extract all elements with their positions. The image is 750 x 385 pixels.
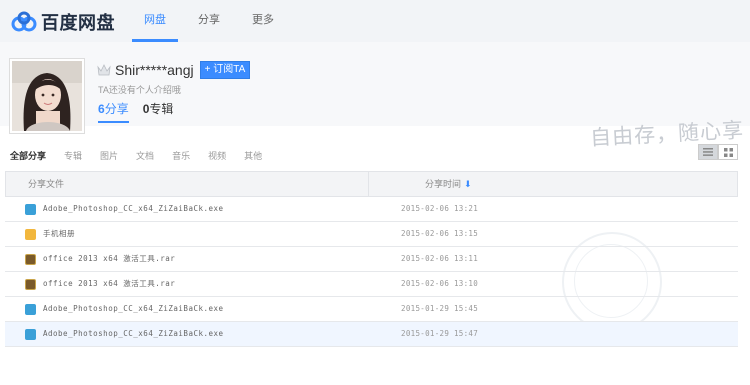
list-view-button[interactable]: [698, 144, 718, 160]
filter-other[interactable]: 其他: [244, 149, 262, 162]
grid-view-icon: [723, 147, 733, 157]
table-row[interactable]: 手机相册 2015-02-06 13:15: [5, 222, 738, 247]
executable-file-icon: [25, 304, 36, 315]
shares-tab[interactable]: 6分享: [98, 100, 129, 123]
sort-desc-icon: ⬇: [464, 179, 472, 189]
nav-tab-share[interactable]: 分享: [186, 0, 232, 42]
file-name[interactable]: Adobe_Photoshop_CC_x64_ZiZaiBaCk.exe: [43, 322, 224, 346]
archive-icon: [25, 279, 36, 290]
profile-stats: 6分享 0专辑: [98, 100, 187, 123]
filter-documents[interactable]: 文档: [136, 149, 154, 162]
file-name[interactable]: Adobe_Photoshop_CC_x64_ZiZaiBaCk.exe: [43, 297, 224, 321]
table-row[interactable]: office 2013 x64 激活工具.rar 2015-02-06 13:11: [5, 247, 738, 272]
user-photo: [12, 61, 82, 131]
table-row[interactable]: Adobe_Photoshop_CC_x64_ZiZaiBaCk.exe 2015…: [5, 197, 738, 222]
username: Shir*****angj: [115, 62, 194, 78]
albums-tab[interactable]: 0专辑: [143, 100, 174, 123]
cloud-logo-icon: [11, 11, 37, 32]
share-time: 2015-02-06 13:10: [401, 279, 479, 288]
nav-tab-netdisk[interactable]: 网盘: [132, 0, 178, 42]
shares-count: 6: [98, 102, 105, 116]
filter-music[interactable]: 音乐: [172, 149, 190, 162]
top-navigation-bar: 百度网盘 网盘 分享 更多: [0, 0, 750, 42]
file-name[interactable]: office 2013 x64 激活工具.rar: [43, 272, 175, 296]
column-divider: [368, 172, 369, 196]
file-name[interactable]: 手机相册: [43, 222, 75, 246]
grid-view-button[interactable]: [718, 144, 738, 160]
shared-files-table: 分享文件 分享时间 ⬇ Adobe_Photoshop_CC_x64_ZiZaiB…: [5, 171, 738, 347]
user-intro: TA还没有个人介绍哦: [98, 85, 181, 95]
albums-label: 专辑: [149, 102, 174, 116]
list-view-icon: [703, 148, 713, 156]
column-header-time[interactable]: 分享时间 ⬇: [425, 172, 472, 197]
filter-albums[interactable]: 专辑: [64, 149, 82, 162]
table-row[interactable]: office 2013 x64 激活工具.rar 2015-02-06 13:10: [5, 272, 738, 297]
share-time: 2015-02-06 13:11: [401, 254, 479, 263]
executable-file-icon: [25, 204, 36, 215]
user-info-line: Shir*****angj + 订阅TA: [97, 61, 251, 79]
category-filters: 全部分享 专辑 图片 文档 音乐 视频 其他: [10, 149, 280, 162]
archive-icon: [25, 254, 36, 265]
table-row[interactable]: Adobe_Photoshop_CC_x64_ZiZaiBaCk.exe 2015…: [5, 297, 738, 322]
shares-label: 分享: [104, 102, 129, 116]
share-time: 2015-01-29 15:47: [401, 329, 479, 338]
folder-icon: [25, 229, 36, 240]
main-nav: 网盘 分享 更多: [132, 0, 294, 42]
table-header: 分享文件 分享时间 ⬇: [5, 171, 738, 197]
file-name[interactable]: Adobe_Photoshop_CC_x64_ZiZaiBaCk.exe: [43, 197, 224, 221]
filter-all-shares[interactable]: 全部分享: [10, 149, 46, 162]
profile-header: Shir*****angj + 订阅TA TA还没有个人介绍哦 6分享 0专辑 …: [0, 42, 750, 150]
table-row[interactable]: Adobe_Photoshop_CC_x64_ZiZaiBaCk.exe 2015…: [5, 322, 738, 347]
executable-file-icon: [25, 329, 36, 340]
follow-button[interactable]: + 订阅TA: [199, 61, 251, 79]
filter-images[interactable]: 图片: [100, 149, 118, 162]
view-toggle: [698, 144, 738, 160]
share-time: 2015-02-06 13:21: [401, 204, 479, 213]
table-body: Adobe_Photoshop_CC_x64_ZiZaiBaCk.exe 2015…: [5, 197, 738, 347]
filter-videos[interactable]: 视频: [208, 149, 226, 162]
file-name[interactable]: office 2013 x64 激活工具.rar: [43, 247, 175, 271]
column-header-file[interactable]: 分享文件: [28, 172, 64, 197]
column-header-time-label: 分享时间: [425, 179, 462, 189]
baidu-netdisk-logo[interactable]: 百度网盘: [10, 9, 115, 35]
nav-tab-more[interactable]: 更多: [240, 0, 286, 42]
vip-crown-icon: [97, 64, 111, 76]
avatar[interactable]: [9, 58, 85, 134]
share-time: 2015-02-06 13:15: [401, 229, 479, 238]
share-time: 2015-01-29 15:45: [401, 304, 479, 313]
logo-text: 百度网盘: [41, 13, 115, 33]
